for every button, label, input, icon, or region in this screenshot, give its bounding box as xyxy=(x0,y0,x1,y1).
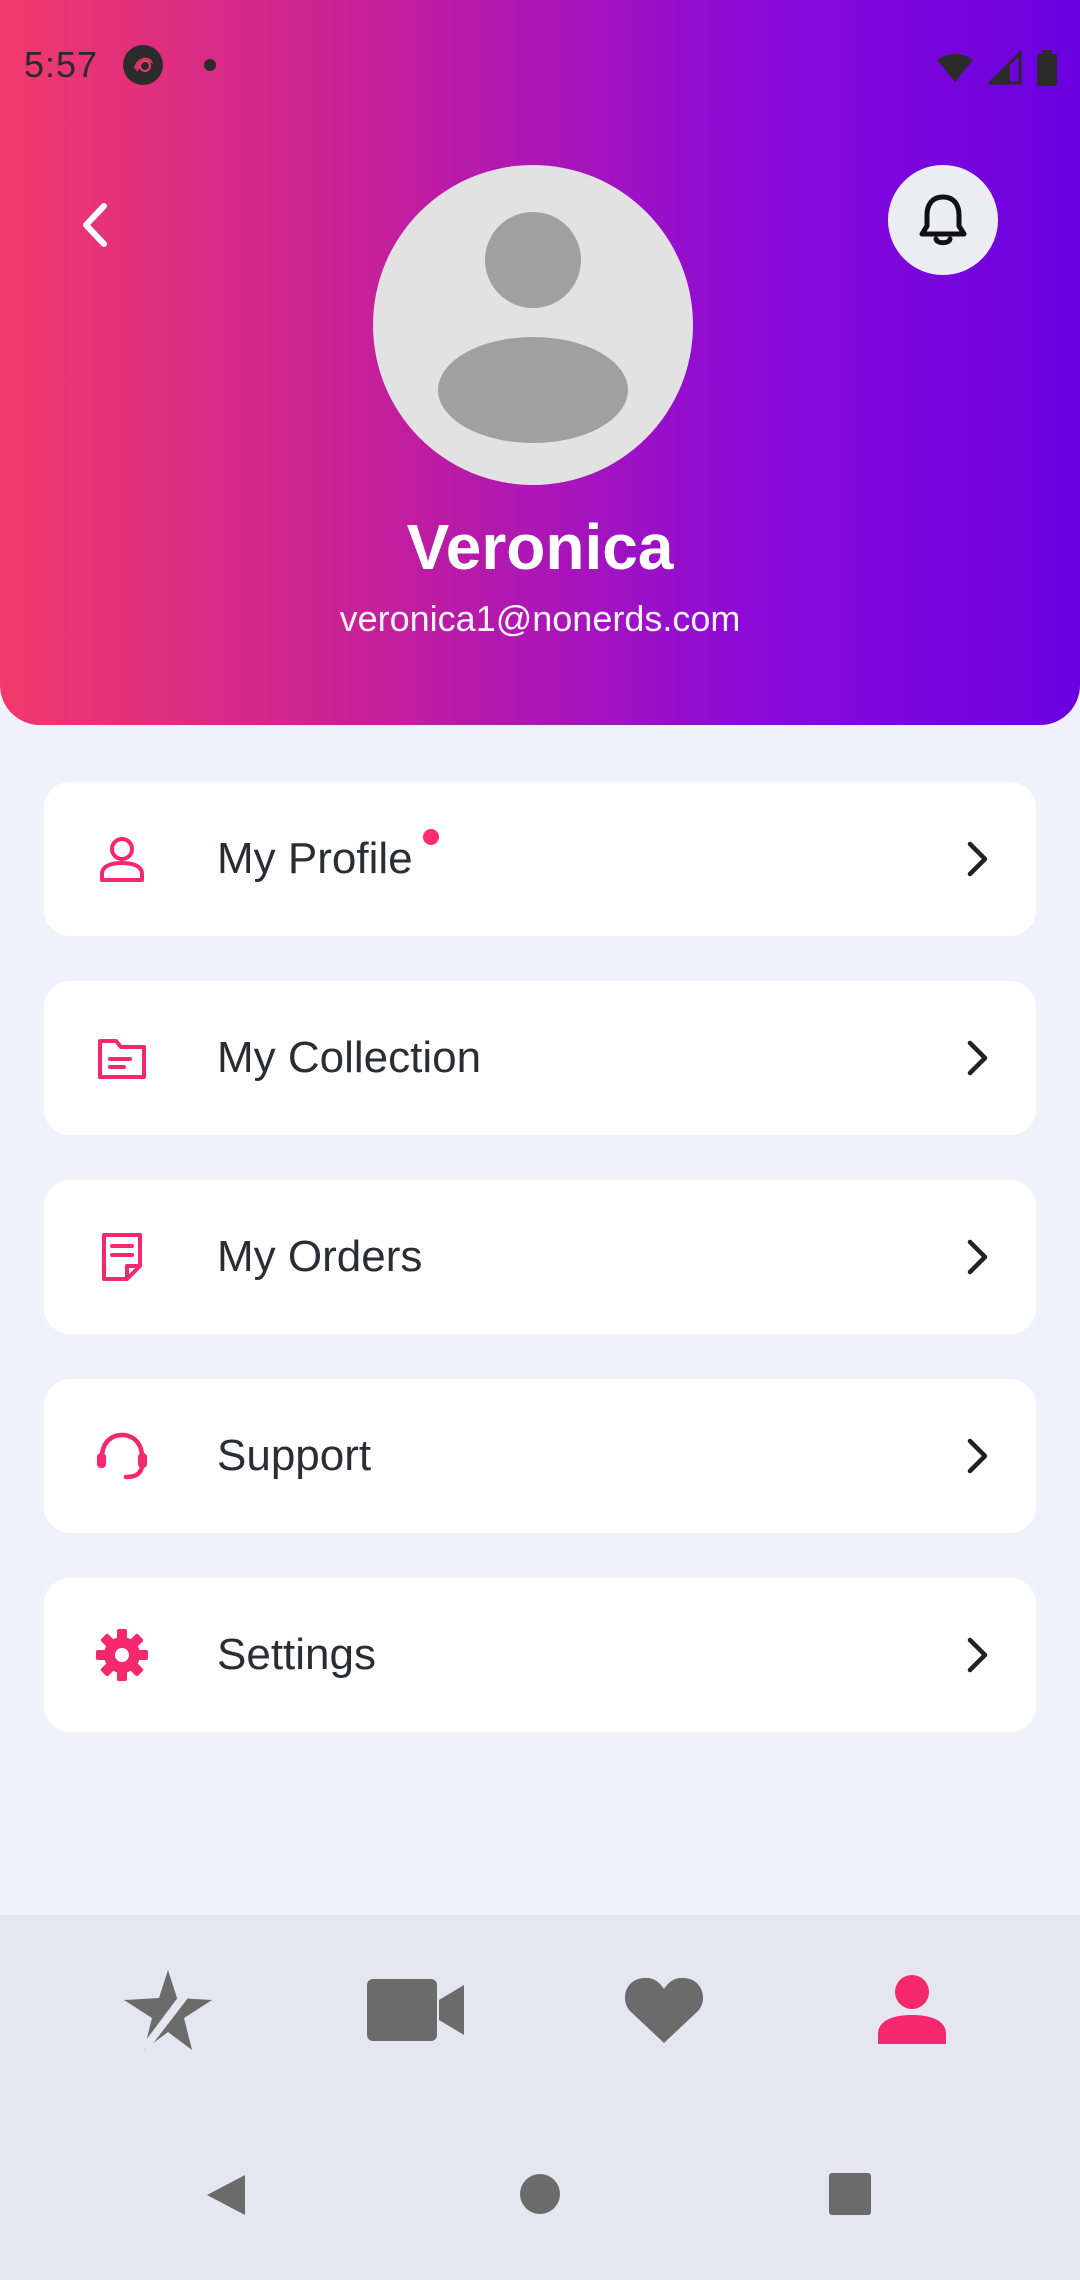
menu-item-my-orders[interactable]: My Orders xyxy=(44,1180,1036,1334)
chevron-right-icon xyxy=(958,1635,998,1675)
nav-tab-videos[interactable] xyxy=(292,1915,540,2105)
status-bar: 5:57 xyxy=(0,0,1080,130)
nav-tab-favorites[interactable] xyxy=(540,1915,788,2105)
system-navigation-bar xyxy=(0,2105,1080,2280)
nav-tab-profile[interactable] xyxy=(788,1915,1036,2105)
chevron-right-icon xyxy=(958,1038,998,1078)
menu-item-label: Support xyxy=(217,1431,372,1480)
wifi-icon xyxy=(937,54,973,82)
bell-icon xyxy=(919,194,967,246)
menu-item-my-profile[interactable]: My Profile xyxy=(44,782,1036,936)
menu-item-label: My Profile xyxy=(217,829,439,884)
profile-menu: My Profile My Collection My Orders Suppo… xyxy=(44,782,1036,1777)
status-dot xyxy=(204,59,217,71)
nav-tab-featured[interactable] xyxy=(44,1915,292,2105)
system-back-icon[interactable] xyxy=(205,2173,247,2217)
system-home-icon[interactable] xyxy=(519,2173,561,2215)
chevron-right-icon xyxy=(958,1237,998,1277)
menu-item-label: Settings xyxy=(217,1630,376,1679)
user-name: Veronica xyxy=(406,511,674,583)
chevron-left-icon xyxy=(83,203,107,247)
person-icon xyxy=(878,1975,946,2044)
menu-item-label: My Collection xyxy=(217,1033,482,1082)
avatar[interactable] xyxy=(373,165,693,485)
status-time: 5:57 xyxy=(24,44,99,85)
default-avatar-icon xyxy=(438,212,628,443)
document-icon xyxy=(94,1229,150,1285)
menu-item-support[interactable]: Support xyxy=(44,1379,1036,1533)
app-notification-icon xyxy=(123,45,164,85)
star-icon xyxy=(124,1970,212,2050)
battery-icon xyxy=(1037,50,1057,86)
menu-label-text: My Profile xyxy=(217,834,413,883)
headset-icon xyxy=(94,1428,150,1484)
signal-icon xyxy=(988,51,1022,85)
menu-item-label: My Orders xyxy=(217,1232,423,1281)
profile-header: 5:57 Veronica veronica1@nonerds.com xyxy=(0,0,1080,725)
chevron-right-icon xyxy=(958,839,998,879)
gear-icon xyxy=(94,1627,150,1683)
back-button[interactable] xyxy=(60,190,130,260)
heart-icon xyxy=(624,1977,704,2043)
user-email: veronica1@nonerds.com xyxy=(339,598,741,639)
video-camera-icon xyxy=(367,1979,464,2041)
menu-item-settings[interactable]: Settings xyxy=(44,1578,1036,1732)
system-recents-icon[interactable] xyxy=(828,2173,872,2215)
chevron-right-icon xyxy=(958,1436,998,1476)
notification-dot xyxy=(422,829,439,845)
status-indicators xyxy=(936,50,1058,86)
menu-item-my-collection[interactable]: My Collection xyxy=(44,981,1036,1135)
person-outline-icon xyxy=(94,831,150,887)
notifications-button[interactable] xyxy=(888,165,998,275)
folder-icon xyxy=(94,1030,150,1086)
bottom-navigation xyxy=(0,1915,1080,2105)
